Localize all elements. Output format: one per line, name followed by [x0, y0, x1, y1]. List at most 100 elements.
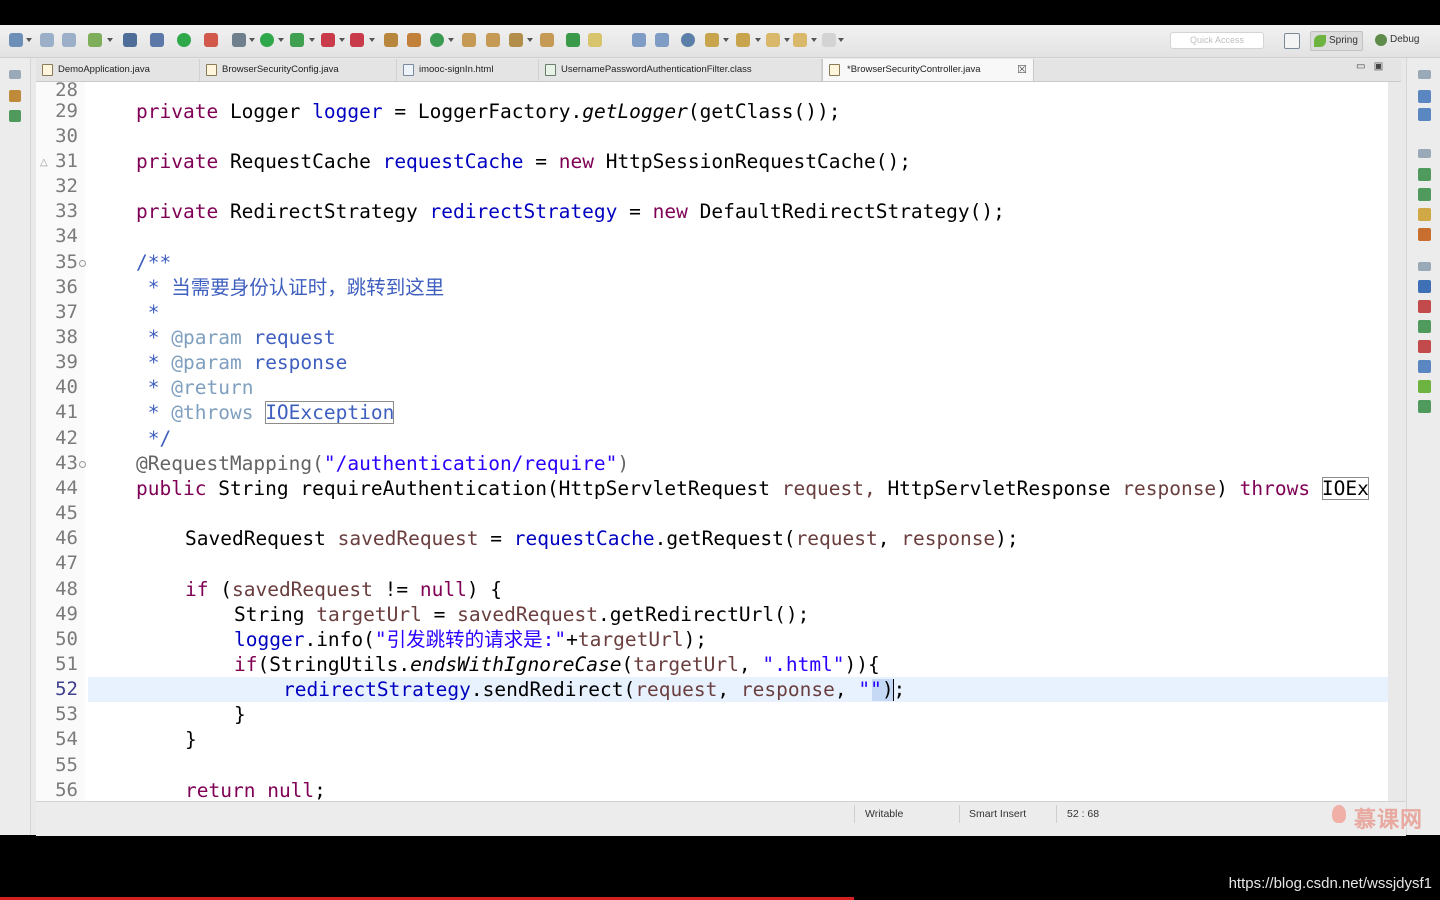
new-dropdown-icon[interactable] [26, 38, 32, 42]
operator: = [535, 150, 547, 173]
minimize-icon[interactable]: ▭ [1356, 61, 1365, 72]
line-number: 51 [55, 653, 78, 675]
status-insert-mode[interactable]: Smart Insert [969, 802, 1026, 826]
maximize-icon[interactable]: ▣ [1374, 61, 1383, 72]
coverage-icon[interactable] [290, 33, 304, 47]
operator: = [433, 603, 446, 626]
field: redirectStrategy [429, 200, 618, 223]
back-icon[interactable] [766, 33, 780, 47]
line-number: 30 [55, 125, 78, 147]
boot-dashboard-icon[interactable] [1418, 400, 1431, 413]
line-number: 33 [55, 200, 78, 222]
save-icon[interactable] [40, 33, 54, 47]
save-all-icon[interactable] [62, 33, 76, 47]
search-view-icon[interactable] [1418, 360, 1431, 373]
tab-browser-security-config[interactable]: BrowserSecurityConfig.java [200, 59, 397, 81]
task-list-icon[interactable] [1418, 108, 1431, 121]
open-task-icon[interactable] [486, 33, 500, 47]
skip-breakpoints-icon[interactable] [150, 33, 164, 47]
terminal-icon[interactable] [123, 33, 137, 47]
tab-imooc-signin[interactable]: imooc-signIn.html [397, 59, 539, 81]
quick-access-input[interactable]: Quick Access [1170, 32, 1264, 49]
next-annotation-icon[interactable] [705, 33, 719, 47]
tab-browser-security-controller[interactable]: *BrowserSecurityController.java ☒ [822, 59, 1034, 81]
open-perspective-icon[interactable] [540, 33, 554, 47]
problems-icon[interactable] [1418, 300, 1431, 313]
toggle-block-icon[interactable] [632, 33, 646, 47]
line-number-ruler: 28 29 30 31 32 33 34 35 36 37 38 39 40 4… [36, 82, 86, 801]
error-log-icon[interactable] [1418, 340, 1431, 353]
restore-icon[interactable] [1418, 70, 1431, 79]
start-server-icon[interactable] [177, 33, 191, 47]
code-line: private RequestCache requestCache = new … [136, 149, 911, 174]
run-icon[interactable] [260, 33, 274, 47]
restore-icon[interactable] [1418, 149, 1431, 158]
debug-server-icon[interactable] [204, 33, 218, 47]
highlight-icon[interactable] [588, 33, 602, 47]
tab-username-password-filter[interactable]: UsernamePasswordAuthenticationFilter.cla… [539, 59, 822, 81]
text-caret [893, 679, 894, 701]
restore-icon[interactable] [1418, 262, 1431, 271]
operator: + [566, 628, 578, 651]
perspective-spring-button[interactable]: Spring [1310, 31, 1363, 51]
progress-icon[interactable] [1418, 188, 1431, 201]
search-dropdown-icon[interactable] [527, 38, 533, 42]
line-number: 56 [55, 779, 78, 801]
static-method: endsWithIgnoreCase [410, 653, 622, 676]
console-icon[interactable] [1418, 280, 1431, 293]
code-line: if(StringUtils.endsWithIgnoreCase(target… [234, 652, 880, 677]
debug-icon[interactable] [232, 33, 246, 47]
status-writable: Writable [865, 808, 904, 820]
open-type-icon[interactable] [462, 33, 476, 47]
keyword: private [136, 100, 219, 123]
stop-dropdown-icon[interactable] [369, 38, 375, 42]
override-marker-icon[interactable]: △ [40, 157, 48, 168]
markers-icon[interactable] [1418, 320, 1431, 333]
new-java-project-icon[interactable] [384, 33, 398, 47]
prev-annotation-icon[interactable] [736, 33, 750, 47]
run-dropdown-icon[interactable] [278, 38, 284, 42]
new-class-icon[interactable] [430, 33, 444, 47]
external-tools-icon[interactable] [321, 33, 335, 47]
outline-icon[interactable] [1418, 90, 1431, 103]
forward-icon[interactable] [793, 33, 807, 47]
annotation-icon[interactable] [566, 33, 580, 47]
type-hierarchy-icon[interactable] [9, 110, 21, 122]
publish-dropdown-icon[interactable] [107, 38, 113, 42]
junit-icon[interactable] [1418, 228, 1431, 241]
open-perspective-button[interactable] [1284, 33, 1300, 49]
spring-symbols-icon[interactable] [1418, 380, 1431, 393]
stop-icon[interactable] [350, 33, 364, 47]
javadoc-line: /** [136, 250, 171, 275]
restore-icon[interactable] [9, 70, 21, 79]
prev-annotation-dropdown-icon[interactable] [755, 38, 761, 42]
fold-toggle-icon[interactable] [79, 461, 86, 468]
pin-dropdown-icon[interactable] [838, 38, 844, 42]
perspective-debug-button[interactable]: Debug [1372, 31, 1423, 49]
forward-dropdown-icon[interactable] [811, 38, 817, 42]
servers-icon[interactable] [1418, 168, 1431, 181]
publish-icon[interactable] [88, 33, 102, 47]
external-tools-dropdown-icon[interactable] [339, 38, 345, 42]
debug-dropdown-icon[interactable] [249, 38, 255, 42]
line-number: 37 [55, 301, 78, 323]
show-whitespace-icon[interactable] [655, 33, 669, 47]
globe-icon[interactable] [681, 33, 695, 47]
keyword: new [558, 150, 594, 173]
next-annotation-dropdown-icon[interactable] [723, 38, 729, 42]
coverage-dropdown-icon[interactable] [309, 38, 315, 42]
package-explorer-icon[interactable] [9, 90, 21, 102]
new-icon[interactable] [9, 33, 23, 47]
pin-editor-icon[interactable] [822, 33, 836, 47]
code-text: (StringUtils. [257, 653, 411, 676]
tab-close-icon[interactable]: ☒ [1017, 59, 1027, 81]
status-cursor-position[interactable]: 52 : 68 [1067, 802, 1099, 826]
back-dropdown-icon[interactable] [784, 38, 790, 42]
history-icon[interactable] [1418, 208, 1431, 221]
new-package-icon[interactable] [407, 33, 421, 47]
fold-toggle-icon[interactable] [79, 260, 86, 267]
new-class-dropdown-icon[interactable] [448, 38, 454, 42]
code-editor[interactable]: 28 29 30 31 32 33 34 35 36 37 38 39 40 4… [36, 82, 1388, 801]
search-icon[interactable] [509, 33, 523, 47]
tab-demo-application[interactable]: DemoApplication.java [36, 59, 200, 81]
